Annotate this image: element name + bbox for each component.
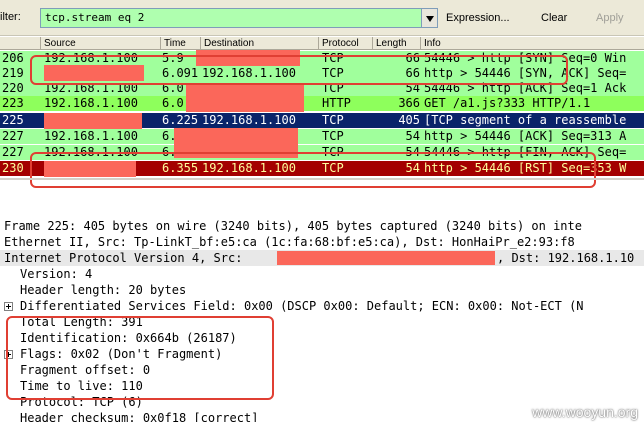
packet-list: Source Time Destination Protocol Length … — [0, 37, 644, 188]
expression-button[interactable]: Expression... — [446, 12, 510, 24]
watermark-text: www.wooyun.org — [532, 404, 638, 420]
clear-button[interactable]: Clear — [541, 12, 567, 24]
column-header-destination[interactable]: Destination — [200, 37, 318, 50]
filter-dropdown-button[interactable] — [422, 8, 438, 28]
detail-dsfield[interactable]: Differentiated Services Field: 0x00 (DSC… — [0, 298, 644, 314]
redaction-block — [277, 251, 495, 265]
detail-frame[interactable]: Frame 225: 405 bytes on wire (3240 bits)… — [0, 218, 644, 234]
filter-toolbar: ilter: tcp.stream eq 2 Expression... Cle… — [0, 0, 644, 36]
expand-icon[interactable] — [4, 302, 13, 311]
redaction-block — [186, 85, 304, 112]
column-header-protocol[interactable]: Protocol — [318, 37, 374, 50]
pane-divider[interactable] — [0, 178, 644, 180]
redaction-block — [44, 113, 142, 129]
column-header-source[interactable]: Source — [40, 37, 162, 50]
packet-list-header: Source Time Destination Protocol Length … — [0, 37, 644, 50]
display-filter-input[interactable]: tcp.stream eq 2 — [40, 8, 422, 28]
apply-button[interactable]: Apply — [596, 12, 624, 24]
packet-row[interactable]: 223 192.168.1.100 6.0 HTTP 366 GET /a1.j… — [0, 96, 644, 111]
annotation-box-syn-ack — [30, 55, 568, 85]
filter-label: ilter: — [0, 11, 21, 23]
detail-version[interactable]: Version: 4 — [0, 266, 644, 282]
packet-details-pane: Frame 225: 405 bytes on wire (3240 bits)… — [0, 214, 644, 422]
detail-ipv4[interactable]: Internet Protocol Version 4, Src: , Dst:… — [0, 250, 644, 266]
annotation-box-ip-fields — [6, 316, 274, 400]
annotation-box-rst — [30, 152, 596, 188]
detail-ethernet[interactable]: Ethernet II, Src: Tp-LinkT_bf:e5:ca (1c:… — [0, 234, 644, 250]
detail-header-length[interactable]: Header length: 20 bytes — [0, 282, 644, 298]
column-header-info[interactable]: Info — [420, 37, 644, 50]
packet-row[interactable]: 227 192.168.1.100 6.2 TCP 54 http > 5444… — [0, 129, 644, 144]
column-header-time[interactable]: Time — [160, 37, 200, 50]
column-header-length[interactable]: Length — [372, 37, 422, 50]
